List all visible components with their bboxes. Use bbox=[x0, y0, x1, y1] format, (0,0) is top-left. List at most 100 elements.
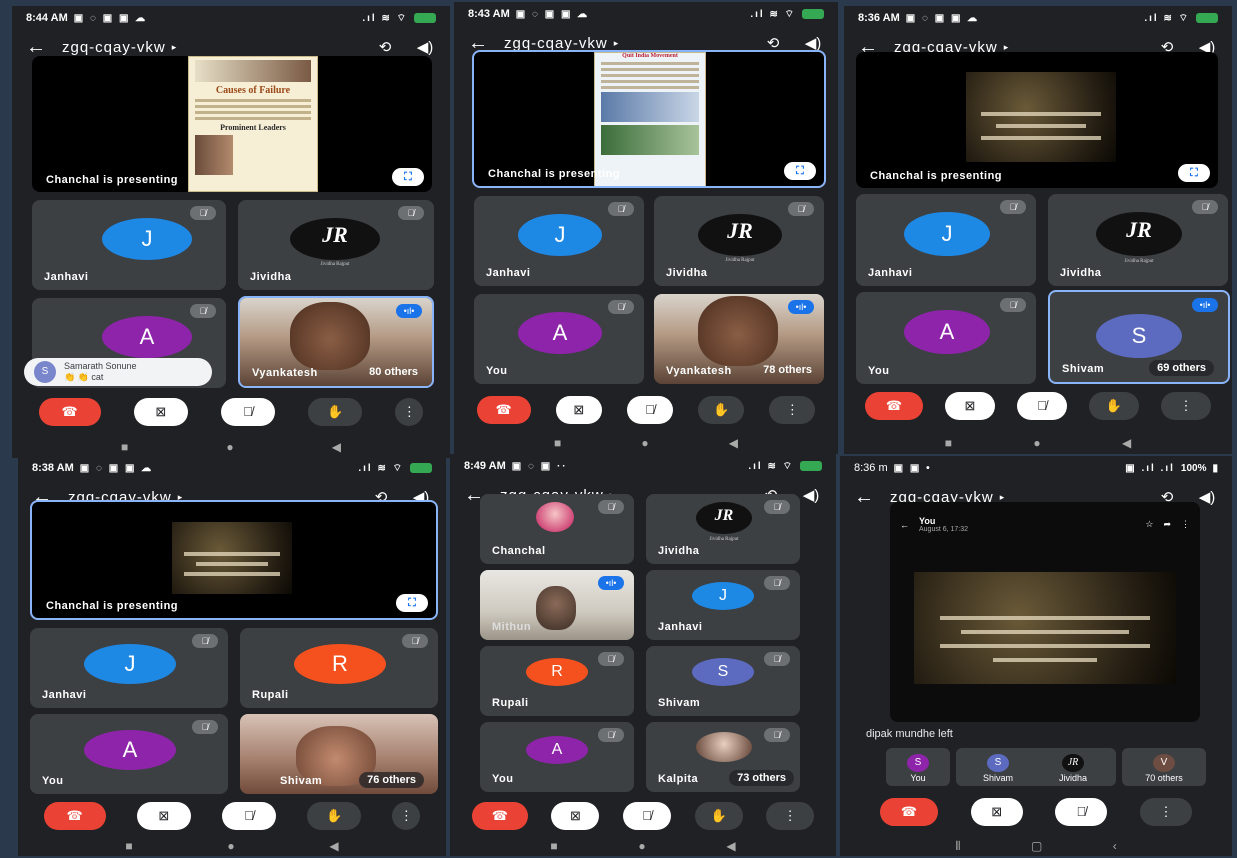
back-nav-icon[interactable]: ◀ bbox=[332, 440, 341, 454]
camera-toggle-button[interactable]: ⊠ bbox=[136, 802, 191, 830]
end-call-button[interactable]: ☎ bbox=[38, 398, 101, 426]
camera-toggle-button[interactable]: ⊠ bbox=[945, 392, 995, 420]
participant-mini-tile[interactable]: S Shivam bbox=[956, 748, 1040, 786]
participant-tile[interactable]: 🎙̸ S Shivam bbox=[646, 646, 800, 716]
meeting-code-button[interactable]: zgq-cqay-vkw ▸ bbox=[62, 39, 358, 56]
mic-toggle-button[interactable]: 🎙̸ bbox=[221, 802, 276, 830]
participant-tile[interactable]: 🎙̸ Kalpita 73 others bbox=[646, 722, 800, 792]
presentation-tile[interactable]: Quit India Movement Chanchal is presenti… bbox=[472, 50, 826, 188]
speaker-icon[interactable]: ◀) bbox=[1194, 488, 1220, 506]
participant-tile[interactable]: 🎙̸ A You bbox=[480, 722, 634, 792]
end-call-button[interactable]: ☎ bbox=[865, 392, 923, 420]
switch-camera-icon[interactable]: ⟲ bbox=[372, 38, 398, 56]
camera-toggle-button[interactable]: ⊠ bbox=[133, 398, 188, 426]
speaker-icon[interactable]: ◀) bbox=[412, 38, 438, 56]
participant-tile[interactable]: •ıl• Vyankatesh 80 others bbox=[238, 296, 434, 388]
home-icon[interactable]: ● bbox=[641, 436, 648, 450]
home-icon[interactable]: ● bbox=[227, 839, 234, 853]
back-nav-icon[interactable]: ◀ bbox=[1122, 436, 1131, 450]
raise-hand-button[interactable]: ✋ bbox=[1089, 392, 1139, 420]
mic-toggle-button[interactable]: 🎙̸ bbox=[1017, 392, 1067, 420]
mic-toggle-button[interactable]: 🎙̸ bbox=[626, 396, 673, 424]
home-icon[interactable]: ● bbox=[226, 440, 233, 454]
participant-tile[interactable]: 🎙̸ Chanchal bbox=[480, 494, 634, 564]
others-count[interactable]: 73 others bbox=[729, 770, 794, 786]
fullscreen-icon[interactable]: ⛶ bbox=[392, 168, 424, 186]
participant-tile[interactable]: 🎙̸ J Janhavi bbox=[30, 628, 228, 708]
participant-tile[interactable]: 🎙̸ A You bbox=[30, 714, 228, 794]
participant-tile[interactable]: Shivam 76 others bbox=[240, 714, 438, 794]
participant-tile[interactable]: 🎙̸ A You bbox=[856, 292, 1036, 384]
participant-tile[interactable]: 🎙̸ JR Jividha Rajput Jividha bbox=[646, 494, 800, 564]
fullscreen-icon[interactable]: ⛶ bbox=[396, 594, 428, 612]
back-nav-icon[interactable]: ◀ bbox=[726, 839, 735, 853]
raise-hand-button[interactable]: ✋ bbox=[698, 396, 745, 424]
end-call-button[interactable]: ☎ bbox=[880, 798, 938, 826]
avatar: R bbox=[294, 644, 386, 684]
raise-hand-button[interactable]: ✋ bbox=[307, 802, 362, 830]
more-options-button[interactable]: ⋮ bbox=[1161, 392, 1211, 420]
mic-toggle-button[interactable]: 🎙̸ bbox=[622, 802, 671, 830]
end-call-button[interactable]: ☎ bbox=[43, 802, 106, 830]
fullscreen-icon[interactable]: ⛶ bbox=[1178, 164, 1210, 182]
more-options-button[interactable]: ⋮ bbox=[395, 398, 424, 426]
raise-hand-button[interactable]: ✋ bbox=[308, 398, 363, 426]
participant-tile[interactable]: 🎙̸ R Rupali bbox=[480, 646, 634, 716]
participant-mini-tile[interactable]: S You bbox=[886, 748, 950, 786]
participant-tile[interactable]: 🎙̸ J Janhavi bbox=[474, 196, 644, 286]
participant-tile[interactable]: 🎙̸ JR Jividha Rajput Jividha bbox=[1048, 194, 1228, 286]
others-count[interactable]: 76 others bbox=[359, 772, 424, 788]
home-icon[interactable]: ● bbox=[638, 839, 645, 853]
participant-tile[interactable]: •ıl• Mithun bbox=[480, 570, 634, 640]
raise-hand-button[interactable]: ✋ bbox=[694, 802, 743, 830]
home-icon[interactable]: ● bbox=[1033, 436, 1040, 450]
participant-tile[interactable]: 🎙̸ JR Jividha Rajput Jividha bbox=[238, 200, 434, 290]
back-arrow-icon[interactable]: ← bbox=[852, 486, 876, 509]
back-nav-icon[interactable]: ‹ bbox=[1113, 839, 1117, 853]
recents-icon[interactable]: ■ bbox=[945, 436, 952, 450]
others-count[interactable]: 80 others bbox=[361, 364, 426, 380]
more-options-button[interactable]: ⋮ bbox=[1139, 798, 1192, 826]
call-controls: ☎ ⊠ 🎙̸ ✋ ⋮ bbox=[450, 802, 836, 830]
participant-mini-tile[interactable]: JR Jividha bbox=[1030, 748, 1116, 786]
caret-right-icon: ▸ bbox=[171, 41, 178, 52]
meeting-code-button[interactable]: zgq-cqay-vkw ▸ bbox=[504, 35, 746, 52]
participant-tile[interactable]: •ıl• S Shivam 69 others bbox=[1048, 290, 1230, 384]
screen-share-tile[interactable]: ← You August 6, 17:32 ☆ ➦ ⋮ bbox=[890, 502, 1200, 722]
participant-tile[interactable]: •ıl• Vyankatesh 78 others bbox=[654, 294, 824, 384]
recents-icon[interactable]: ■ bbox=[125, 839, 132, 853]
camera-toggle-button[interactable]: ⊠ bbox=[555, 396, 602, 424]
clock: 8:49 AM bbox=[464, 460, 506, 472]
home-icon[interactable]: ▢ bbox=[1031, 839, 1042, 853]
others-count[interactable]: 69 others bbox=[1149, 360, 1214, 376]
mic-off-icon: 🎙̸ bbox=[1000, 298, 1026, 312]
recents-icon[interactable]: ■ bbox=[550, 839, 557, 853]
back-nav-icon[interactable]: ◀ bbox=[729, 436, 738, 450]
more-options-button[interactable]: ⋮ bbox=[769, 396, 816, 424]
presentation-tile[interactable]: Chanchal is presenting ⛶ bbox=[30, 500, 438, 620]
end-call-button[interactable]: ☎ bbox=[476, 396, 531, 424]
back-nav-icon[interactable]: ◀ bbox=[329, 839, 338, 853]
participant-tile[interactable]: 🎙̸ R Rupali bbox=[240, 628, 438, 708]
participant-tile[interactable]: 🎙̸ J Janhavi bbox=[856, 194, 1036, 286]
mic-toggle-button[interactable]: 🎙̸ bbox=[220, 398, 275, 426]
more-options-button[interactable]: ⋮ bbox=[392, 802, 421, 830]
participant-tile[interactable]: 🎙̸ J Janhavi bbox=[646, 570, 800, 640]
recents-icon[interactable]: ■ bbox=[554, 436, 561, 450]
mic-toggle-button[interactable]: 🎙̸ bbox=[1055, 798, 1108, 826]
more-options-button[interactable]: ⋮ bbox=[766, 802, 815, 830]
recents-icon[interactable]: ⦀ bbox=[955, 839, 960, 854]
end-call-button[interactable]: ☎ bbox=[471, 802, 528, 830]
participant-tile[interactable]: 🎙̸ A You bbox=[474, 294, 644, 384]
participant-mini-tile[interactable]: V 70 others bbox=[1122, 748, 1206, 786]
speaker-icon[interactable]: ◀) bbox=[798, 486, 824, 504]
presentation-tile[interactable]: Causes of Failure Prominent Leaders Chan… bbox=[32, 56, 432, 192]
others-count[interactable]: 78 others bbox=[755, 362, 820, 378]
participant-tile[interactable]: 🎙̸ JR Jividha Rajput Jividha bbox=[654, 196, 824, 286]
presentation-tile[interactable]: Chanchal is presenting ⛶ bbox=[856, 52, 1218, 188]
camera-toggle-button[interactable]: ⊠ bbox=[970, 798, 1023, 826]
recents-icon[interactable]: ■ bbox=[121, 440, 128, 454]
camera-toggle-button[interactable]: ⊠ bbox=[551, 802, 600, 830]
participant-tile[interactable]: 🎙̸ J Janhavi bbox=[32, 200, 226, 290]
fullscreen-icon[interactable]: ⛶ bbox=[784, 162, 816, 180]
